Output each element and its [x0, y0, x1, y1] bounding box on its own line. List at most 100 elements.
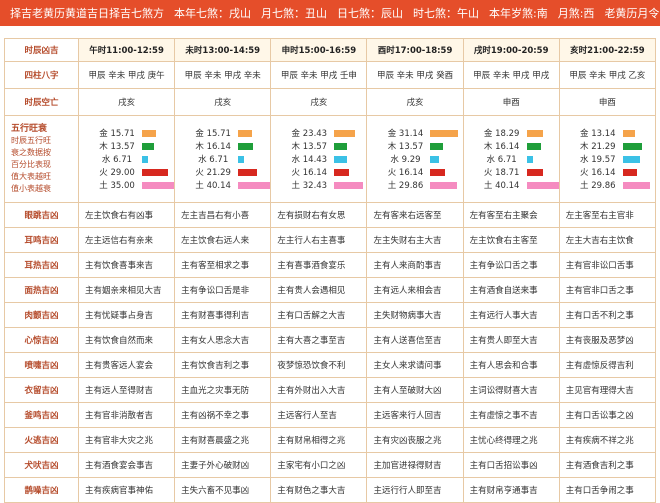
- element-name: 金: [195, 129, 204, 139]
- element-strength-bar: [430, 168, 445, 176]
- wuxing-entry: 木 13.57: [95, 140, 155, 152]
- top-banner-item: 本年七煞：戌山: [174, 7, 251, 20]
- element-value: 35.00: [110, 181, 135, 191]
- omen-cell: 主有外财出入大吉: [270, 377, 368, 403]
- omen-cell: 主有官非口舌之事: [558, 277, 657, 303]
- wuxing-row: 五行旺衰 时辰五行旺 衰之数据按 百分比表现 值大表越旺 值小表越衰 金 15.…: [4, 115, 657, 203]
- hour-column-header: 戌时19:00-20:59: [462, 38, 560, 62]
- hour-column-header: 酉时17:00-18:59: [366, 38, 464, 62]
- omen-cell: 主有大喜之事至吉: [270, 327, 368, 353]
- omen-row-label: 面热吉凶: [4, 277, 79, 303]
- kongwang-cell: 戌亥: [77, 88, 176, 116]
- wuxing-entry: 水 6.71: [191, 153, 245, 165]
- wuxing-note-line: 值小表越衰: [11, 184, 51, 193]
- element-value: 40.14: [206, 181, 231, 191]
- element-strength-bar: [526, 168, 544, 176]
- omen-row: 面热吉凶 主有姻亲来相见大吉 主有争讼口舌是非 主有贵人会遇相见 主有远人来相会吉 主有酒…: [4, 277, 657, 303]
- element-strength-bar: [526, 142, 542, 150]
- element-value: 21.29: [591, 142, 616, 152]
- omen-row: 釜鸣吉凶 主有官非消散者吉 主有凶祸不幸之事 主远客行人至吉 主远客来行人回吉 主有虚惊之…: [4, 402, 657, 428]
- element-value: 13.14: [591, 129, 616, 139]
- element-strength-bar: [430, 142, 443, 150]
- omen-cell: 主有财色之事大吉: [270, 477, 368, 503]
- omen-cell: 左主远信右有亲来: [77, 227, 176, 253]
- element-value: 6.71: [113, 155, 133, 165]
- omen-cell: 主有人思会和合事: [462, 352, 560, 378]
- omen-row-label: 喷嚏吉凶: [4, 352, 79, 378]
- omen-row: 火逃吉凶 主有官非大灾之兆 主有财喜晨盛之兆 主有财帛相得之兆 主有灾凶丧服之兆 主忧心终…: [4, 427, 657, 453]
- bazi-cell: 甲辰 辛未 甲戌 辛未: [174, 61, 272, 89]
- kongwang-cell: 申酉: [462, 88, 560, 116]
- bazi-cell: 甲辰 辛未 甲戌 乙亥: [558, 61, 657, 89]
- element-strength-bar: [238, 168, 258, 176]
- omen-cell: 主有饮食喜事来吉: [77, 252, 176, 278]
- wuxing-entry: 土 35.00: [95, 179, 174, 191]
- omen-cell: 左有客至右主聚会: [462, 202, 560, 228]
- top-banner-item: 老黄历月令:辛未: [604, 7, 660, 20]
- element-value: 18.71: [495, 168, 520, 178]
- wuxing-entry: 土 32.43: [287, 179, 364, 191]
- wuxing-note-line: 时辰五行旺: [11, 136, 51, 145]
- wuxing-cell: 金 18.29 木 16.14 水 6.71 火 18.71 土 40.14: [462, 115, 560, 203]
- kongwang-cell: 申酉: [558, 88, 657, 116]
- element-value: 16.14: [206, 142, 231, 152]
- omen-cell: 主有虚惊反得吉利: [558, 352, 657, 378]
- element-name: 木: [195, 142, 204, 152]
- element-strength-bar: [526, 155, 533, 163]
- element-value: 13.57: [110, 142, 135, 152]
- element-value: 14.43: [302, 155, 328, 165]
- element-strength-bar: [142, 181, 174, 189]
- bazi-cell: 甲辰 辛未 甲戌 癸酉: [366, 61, 464, 89]
- wuxing-entry: 火 16.14: [287, 166, 349, 178]
- wuxing-row-label: 五行旺衰 时辰五行旺 衰之数据按 百分比表现 值大表越旺 值小表越衰: [4, 115, 79, 203]
- omen-cell: 主有官非消散者吉: [77, 402, 176, 428]
- wuxing-cell: 金 15.71 木 13.57 水 6.71 火 29.00 土 35.00: [77, 115, 176, 203]
- wuxing-entry: 木 16.14: [191, 140, 253, 152]
- omen-cell: 左主饮食右主客至: [462, 227, 560, 253]
- omen-cell: 主有财喜事得利吉: [174, 302, 272, 328]
- element-strength-bar: [430, 155, 439, 163]
- element-name: 金: [387, 129, 397, 139]
- omen-cell: 主有口舌争闹之事: [558, 477, 657, 503]
- wuxing-entry: 水 6.71: [95, 153, 149, 165]
- element-name: 土: [483, 181, 493, 191]
- bazi-row: 四柱八字 甲辰 辛未 甲戌 庚午 甲辰 辛未 甲戌 辛未 甲辰 辛未 甲戌 壬申 甲辰…: [4, 61, 657, 89]
- omen-cell: 主妻子外心破财凶: [174, 452, 272, 478]
- wuxing-entry: 土 40.14: [191, 179, 270, 191]
- omen-cell: 主有酒食吉利之事: [558, 452, 657, 478]
- omen-cell: 主有财帛相得之兆: [270, 427, 368, 453]
- omen-cell: 夜梦惊恐饮食不利: [270, 352, 368, 378]
- element-value: 21.29: [206, 168, 231, 178]
- element-name: 木: [483, 142, 493, 152]
- top-banner-item: 择吉老黄历黄道吉日择吉七煞方: [10, 7, 164, 20]
- kongwang-cell: 戌亥: [174, 88, 272, 116]
- element-strength-bar: [238, 142, 253, 150]
- wuxing-entry: 土 40.14: [480, 179, 559, 191]
- omen-cell: 主有人来商酌事吉: [366, 252, 464, 278]
- wuxing-entry: 金 18.29: [480, 127, 544, 139]
- element-name: 水: [390, 155, 399, 165]
- omen-row: 心惊吉凶 主有饮食自然而来 主有女人思念大吉 主有大喜之事至吉 主有人送喜信至吉 主有贵人…: [4, 327, 657, 353]
- kongwang-cell: 戌亥: [270, 88, 368, 116]
- omen-row-label: 耳热吉凶: [4, 252, 79, 278]
- wuxing-cell: 金 13.14 木 21.29 水 19.57 火 16.14 土 29.86: [558, 115, 657, 203]
- top-banner-item: 日七煞：辰山: [337, 7, 403, 20]
- wuxing-title: 五行旺衰: [11, 124, 48, 134]
- element-name: 金: [580, 129, 589, 139]
- omen-cell: 主有贵客远人宴会: [77, 352, 176, 378]
- element-strength-bar: [334, 155, 348, 163]
- element-strength-bar: [622, 181, 650, 189]
- omen-cell: 主有疾病官事神佑: [77, 477, 176, 503]
- omen-row: 衣留吉凶 主有远人至得财吉 主血光之灾事无防 主有外财出入大吉 主有人至破财大凶 主词讼得…: [4, 377, 657, 403]
- wuxing-entry: 火 16.14: [383, 166, 445, 178]
- omen-cell: 主有口舌不利之事: [558, 302, 657, 328]
- element-value: 13.57: [302, 142, 328, 152]
- wuxing-note-line: 衰之数据按: [11, 148, 51, 157]
- element-value: 16.14: [398, 168, 424, 178]
- omen-row: 耳鸣吉凶 左主远信右有亲来 左主饮食右远人来 左主行人右主喜事 左主失财右主大吉 左主饮食…: [4, 227, 657, 253]
- kongwang-cell: 戌亥: [366, 88, 464, 116]
- omen-cell: 主有疾病不祥之兆: [558, 427, 657, 453]
- wuxing-note-line: 百分比表现: [11, 160, 51, 169]
- omen-cell: 主有饮食吉利之事: [174, 352, 272, 378]
- element-name: 土: [99, 181, 108, 191]
